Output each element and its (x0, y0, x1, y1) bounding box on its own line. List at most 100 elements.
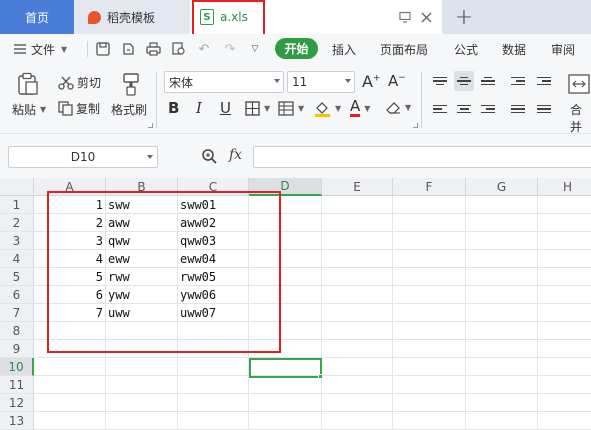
chevron-down-icon (345, 79, 351, 83)
font-dialog-launcher[interactable] (413, 123, 418, 128)
close-tab-icon[interactable] (418, 9, 434, 25)
underline-icon: U (220, 99, 231, 117)
print-preview-icon[interactable] (171, 41, 187, 57)
menu-bar: 文件 ▼ ↶ ↷ ▽ 开始 插入 页面布局 公式 数据 审阅 (0, 34, 591, 64)
formula-input[interactable] (253, 146, 591, 168)
row-header-11[interactable]: 11 (0, 376, 34, 394)
spreadsheet-grid[interactable]: A B C D E F G H 1 2 3 4 5 6 7 8 9 10 11 12 13 1 sww sww01 2 aww aw… (0, 178, 591, 430)
chevron-down-icon (274, 79, 280, 83)
chevron-down-icon: ▼ (40, 105, 47, 114)
copy-button[interactable]: 复制 (58, 100, 100, 117)
new-tab-button[interactable]: + (452, 5, 476, 30)
merge-cells-icon[interactable] (567, 72, 591, 96)
row-header-13[interactable]: 13 (0, 412, 34, 430)
print-icon[interactable] (145, 41, 161, 57)
bold-button[interactable]: B (168, 99, 179, 117)
italic-button[interactable]: I (196, 99, 202, 117)
distributed-icon[interactable] (534, 99, 554, 119)
merge-button[interactable]: 合并 (570, 101, 591, 135)
increase-font-button[interactable]: A+ (362, 72, 381, 91)
row-header-8[interactable]: 8 (0, 322, 34, 340)
tab-review[interactable]: 审阅 (551, 40, 575, 58)
zoom-search-icon[interactable] (201, 148, 218, 168)
align-right-icon[interactable] (478, 99, 498, 119)
column-header-g[interactable]: G (466, 178, 538, 196)
tab-data[interactable]: 数据 (502, 40, 526, 58)
clipboard-dialog-launcher[interactable] (148, 123, 153, 128)
column-header-f[interactable]: F (393, 178, 466, 196)
tab-template[interactable]: 稻壳模板 (74, 0, 190, 34)
row-header-1[interactable]: 1 (0, 196, 34, 214)
eraser-icon (386, 102, 400, 114)
font-name-select[interactable]: 宋体 (164, 71, 284, 93)
export-icon[interactable] (120, 41, 136, 57)
row-header-3[interactable]: 3 (0, 232, 34, 250)
column-header-h[interactable]: H (538, 178, 591, 196)
file-menu[interactable]: 文件 ▼ (14, 40, 67, 58)
border-button[interactable]: ▼ (245, 101, 270, 116)
data-highlight-box (47, 191, 281, 353)
function-icon[interactable]: fx (229, 147, 242, 163)
fill-handle[interactable] (318, 374, 323, 379)
decrease-indent-icon[interactable] (508, 71, 528, 91)
column-header-e[interactable]: E (322, 178, 393, 196)
clear-button[interactable]: ▼ (385, 100, 411, 115)
paste-icon[interactable] (16, 72, 40, 96)
row-header-2[interactable]: 2 (0, 214, 34, 232)
font-color-button[interactable]: A ▼ (350, 99, 370, 117)
justify-icon[interactable] (508, 99, 528, 119)
paste-label: 粘贴 (12, 103, 37, 117)
tab-bar: 首页 稻壳模板 S a.xls + (0, 0, 591, 34)
align-center-icon[interactable] (454, 99, 474, 119)
row-header-4[interactable]: 4 (0, 250, 34, 268)
cut-label: 剪切 (77, 76, 102, 90)
increase-font-icon: A+ (362, 72, 381, 91)
row-header-6[interactable]: 6 (0, 286, 34, 304)
align-middle-icon[interactable] (454, 71, 474, 91)
cut-button[interactable]: 剪切 (58, 74, 101, 91)
cell-style-button[interactable]: ▼ (278, 101, 304, 116)
undo-icon[interactable]: ↶ (196, 41, 212, 57)
increase-indent-icon[interactable] (534, 71, 554, 91)
customize-toolbar-icon[interactable]: ▽ (247, 41, 263, 57)
scissors-icon (58, 76, 74, 90)
format-painter-icon[interactable] (119, 72, 143, 96)
float-window-icon[interactable] (397, 9, 413, 25)
fill-bucket-icon (315, 102, 330, 117)
divider (421, 72, 422, 128)
fill-color-button[interactable]: ▼ (314, 100, 341, 117)
cell-style-icon (278, 101, 294, 116)
tab-insert[interactable]: 插入 (332, 40, 356, 58)
paste-button[interactable]: 粘贴 ▼ (12, 101, 46, 118)
row-header-12[interactable]: 12 (0, 394, 34, 412)
align-left-icon[interactable] (430, 99, 450, 119)
align-bottom-icon[interactable] (478, 71, 498, 91)
row-header-9[interactable]: 9 (0, 340, 34, 358)
row-header-10[interactable]: 10 (0, 358, 34, 376)
chevron-down-icon: ▼ (298, 104, 305, 113)
name-box-value: D10 (70, 150, 96, 164)
tab-formula[interactable]: 公式 (454, 40, 478, 58)
active-cell-selection[interactable] (249, 358, 322, 378)
font-size-select[interactable]: 11 (287, 71, 355, 93)
grid-line (34, 411, 591, 412)
format-painter-button[interactable]: 格式刷 (111, 101, 147, 118)
decrease-font-button[interactable]: A− (388, 72, 406, 90)
redo-icon[interactable]: ↷ (222, 41, 238, 57)
hamburger-icon (14, 44, 26, 54)
row-header-5[interactable]: 5 (0, 268, 34, 286)
ribbon: 粘贴 ▼ 剪切 复制 格式刷 宋体 11 A+ A− B I U ▼ ▼ ▼ A… (0, 64, 591, 134)
select-all-corner[interactable] (0, 178, 34, 196)
divider (87, 41, 88, 57)
align-top-icon[interactable] (430, 71, 450, 91)
tab-home[interactable]: 首页 (0, 0, 74, 34)
underline-button[interactable]: U (220, 99, 231, 117)
file-menu-label: 文件 (31, 42, 56, 57)
chevron-down-icon: ▼ (405, 103, 412, 112)
save-icon[interactable] (95, 41, 111, 57)
name-box[interactable]: D10 (8, 146, 158, 168)
tab-page-layout[interactable]: 页面布局 (380, 40, 428, 58)
tab-start[interactable]: 开始 (275, 38, 318, 59)
chevron-down-icon: ▼ (335, 104, 342, 113)
row-header-7[interactable]: 7 (0, 304, 34, 322)
